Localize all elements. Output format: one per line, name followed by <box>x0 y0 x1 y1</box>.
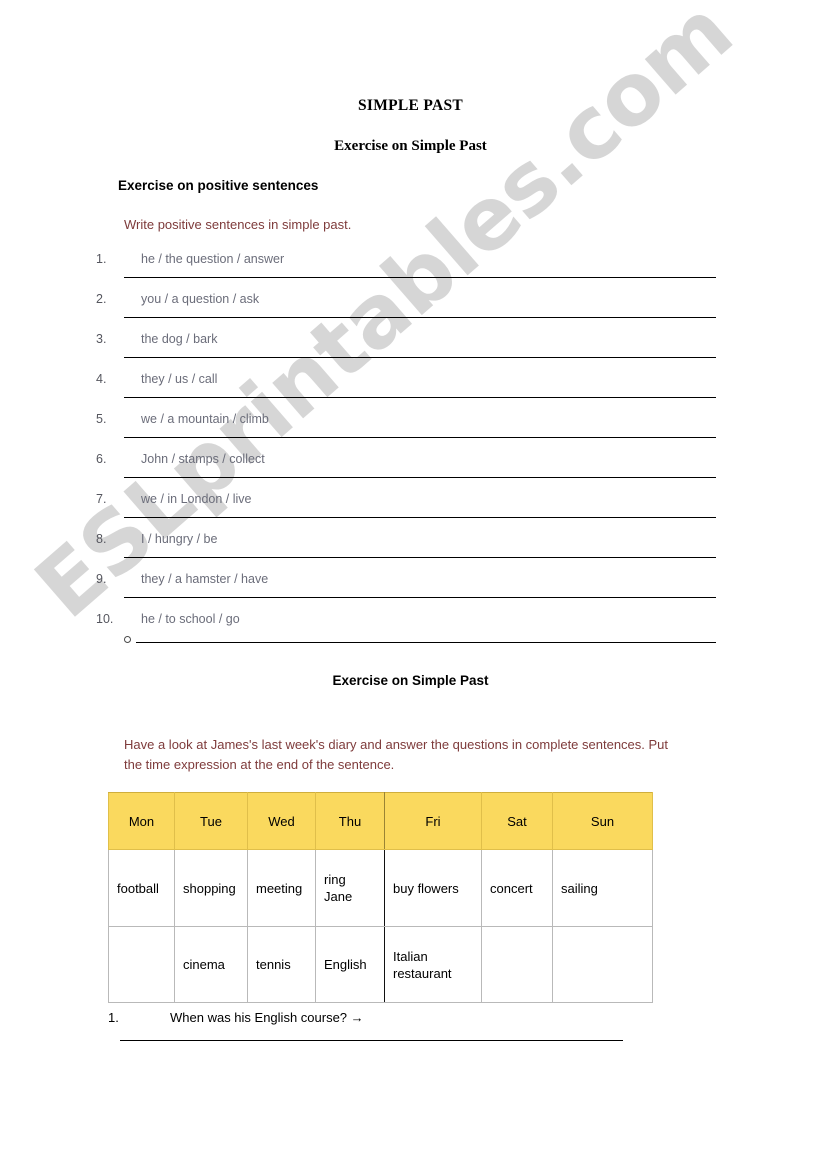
table-row: cinema tennis English Italian restaurant <box>108 926 653 1003</box>
list-item: 10. he / to school / go <box>96 612 716 652</box>
list-item: 2. you / a question / ask <box>96 292 716 332</box>
worksheet-content: SIMPLE PAST Exercise on Simple Past Exer… <box>0 0 821 1169</box>
list-item: 9. they / a hamster / have <box>96 572 716 612</box>
list-item: 6. John / stamps / collect <box>96 452 716 492</box>
answer-line[interactable] <box>124 357 716 358</box>
diary-column-header-mon: Mon <box>108 792 175 850</box>
exercise1-heading: Exercise on positive sentences <box>118 178 319 193</box>
list-item: 3. the dog / bark <box>96 332 716 372</box>
list-item-number: 3. <box>96 332 107 346</box>
diary-cell: tennis <box>247 926 316 1003</box>
list-item-prompt: we / in London / live <box>141 492 252 506</box>
list-item-prompt: the dog / bark <box>141 332 218 346</box>
exercise2-instruction: Have a look at James's last week's diary… <box>124 737 669 772</box>
diary-cell: shopping <box>174 849 248 927</box>
list-item-number: 8. <box>96 532 107 546</box>
list-item-prompt: John / stamps / collect <box>141 452 265 466</box>
diary-cell: football <box>108 849 175 927</box>
diary-cell: buy flowers <box>384 849 482 927</box>
list-item: 4. they / us / call <box>96 372 716 412</box>
answer-line[interactable] <box>136 642 716 643</box>
list-item-prompt: he / the question / answer <box>141 252 285 266</box>
answer-line[interactable] <box>124 277 716 278</box>
diary-cell: English <box>315 926 385 1003</box>
list-item: 8. I / hungry / be <box>96 532 716 572</box>
answer-line[interactable] <box>124 557 716 558</box>
diary-cell <box>108 926 175 1003</box>
list-item-number: 7. <box>96 492 107 506</box>
exercise2-heading: Exercise on Simple Past <box>332 673 489 688</box>
diary-cell: ring Jane <box>315 849 385 927</box>
exercise1-list: 1. he / the question / answer 2. you / a… <box>96 252 716 652</box>
diary-cell: concert <box>481 849 553 927</box>
diary-cell: Italian restaurant <box>384 926 482 1003</box>
list-item-prompt: I / hungry / be <box>141 532 218 546</box>
answer-line[interactable] <box>124 517 716 518</box>
diary-column-header-thu: Thu <box>315 792 385 850</box>
list-item-number: 1. <box>96 252 107 266</box>
diary-column-header-sun: Sun <box>552 792 653 850</box>
list-item-prompt: they / a hamster / have <box>141 572 269 586</box>
list-item-number: 6. <box>96 452 107 466</box>
list-item-prompt: he / to school / go <box>141 612 240 626</box>
diary-column-header-tue: Tue <box>174 792 248 850</box>
list-item-number: 4. <box>96 372 107 386</box>
diary-cell: sailing <box>552 849 653 927</box>
table-row: football shopping meeting ring Jane buy … <box>108 849 653 927</box>
diary-cell <box>481 926 553 1003</box>
list-item: 1. he / the question / answer <box>96 252 716 292</box>
exercise1-instruction: Write positive sentences in simple past. <box>124 217 352 232</box>
list-item-number: 2. <box>96 292 107 306</box>
list-item-prompt: they / us / call <box>141 372 218 386</box>
list-item-number: 9. <box>96 572 107 586</box>
diary-column-header-wed: Wed <box>247 792 316 850</box>
worksheet-page: ESLprintables.com SIMPLE PAST Exercise o… <box>0 0 821 1169</box>
answer-line[interactable] <box>124 397 716 398</box>
list-item: 7. we / in London / live <box>96 492 716 532</box>
bullet-icon <box>124 636 131 643</box>
diary-cell: cinema <box>174 926 248 1003</box>
page-title: SIMPLE PAST <box>357 97 464 114</box>
diary-table: Mon Tue Wed Thu Fri Sat Sun football sho… <box>108 792 653 1003</box>
answer-line[interactable] <box>120 1040 623 1041</box>
list-item-prompt: you / a question / ask <box>141 292 260 306</box>
list-item-number: 5. <box>96 412 107 426</box>
page-subtitle: Exercise on Simple Past <box>334 138 487 154</box>
diary-column-header-fri: Fri <box>384 792 482 850</box>
list-item: 5. we / a mountain / climb <box>96 412 716 452</box>
diary-cell <box>552 926 653 1003</box>
answer-line[interactable] <box>124 437 716 438</box>
question-number: 1. <box>108 1010 119 1025</box>
answer-line[interactable] <box>124 317 716 318</box>
diary-cell: meeting <box>247 849 316 927</box>
answer-line[interactable] <box>124 597 716 598</box>
list-item-number: 10. <box>96 612 114 626</box>
diary-column-header-sat: Sat <box>481 792 553 850</box>
diary-header-row: Mon Tue Wed Thu Fri Sat Sun <box>108 792 653 850</box>
answer-line[interactable] <box>124 477 716 478</box>
question-text: When was his English course? → <box>170 1010 364 1025</box>
list-item-prompt: we / a mountain / climb <box>141 412 269 426</box>
